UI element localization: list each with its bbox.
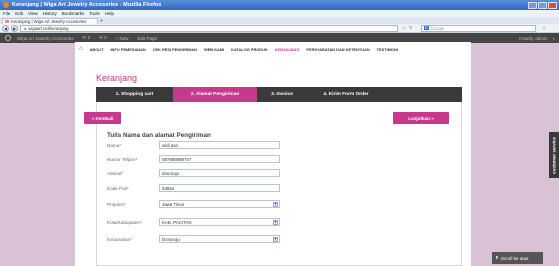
chevron-down-icon: ▼ xyxy=(273,219,278,225)
kecamatan-label: Kecamatan* xyxy=(107,236,133,242)
site-identity-icon: ● xyxy=(24,25,27,31)
form-row-nama: Nama* widi asa xyxy=(107,140,287,150)
propinsi-select[interactable]: Jawa Timur ▼ xyxy=(159,200,280,208)
nav-info-pemesanan[interactable]: INFO PEMESANAN xyxy=(110,47,145,52)
search-icon[interactable]: ⌕ xyxy=(552,36,555,41)
admin-edit-page[interactable]: Edit Page xyxy=(138,36,158,41)
menu-bookmarks[interactable]: Bookmarks xyxy=(62,11,85,16)
browser-tab-bar: W Keranjang | Wiga Art Jewelry Accesorie… xyxy=(0,17,559,24)
kota-value: KAB. PACITAN xyxy=(162,219,192,225)
form-title: Tulis Nama dan alamat Pengiriman xyxy=(107,132,211,139)
chevron-down-icon: ▼ xyxy=(273,236,278,242)
nav-katalog-produk[interactable]: KATALOG PRODUK xyxy=(231,47,268,52)
search-input[interactable]: G Google xyxy=(420,24,536,32)
kota-label: Kota/Kabupaten* xyxy=(107,219,142,225)
form-row-kota: Kota/Kabupaten* KAB. PACITAN ▼ xyxy=(107,217,287,227)
step-kirim-form-order[interactable]: 4. Kirim Form Order xyxy=(307,87,385,102)
wordpress-icon[interactable] xyxy=(5,35,11,41)
admin-new-label: New xyxy=(119,35,129,41)
admin-site-name[interactable]: Wiga Art Jewelry Accesories xyxy=(17,36,74,41)
menu-history[interactable]: History xyxy=(43,11,57,16)
nav-cek-resi[interactable]: CEK RESI PENGIRIMAN xyxy=(153,47,197,52)
telpon-field[interactable]: 087888888747 xyxy=(159,155,280,163)
bookmark-star-icon[interactable]: ☆ xyxy=(402,25,406,31)
main-content: Keranjang 1. Shopping cart 2. Alamat Pen… xyxy=(75,56,471,266)
nav-about[interactable]: ABOUT xyxy=(90,47,104,52)
url-text: wigaart.net/keranjang xyxy=(28,25,69,31)
scroll-top-label: Scroll ke atas xyxy=(500,255,529,261)
chevron-down-icon: ▼ xyxy=(273,201,278,207)
window-controls xyxy=(528,1,559,9)
comments-count: 0 xyxy=(104,35,107,40)
admin-updates[interactable]: ⟳ 2 xyxy=(83,35,91,41)
menu-view[interactable]: View xyxy=(28,11,38,16)
navigation-bar: ◀ ▶ ● wigaart.net/keranjang ☆ ↻ G Google… xyxy=(0,24,559,33)
kota-select[interactable]: KAB. PACITAN ▼ xyxy=(159,218,280,226)
step-invoice[interactable]: 3. Invoice xyxy=(257,87,307,102)
home-icon[interactable]: ⌂ xyxy=(79,46,83,52)
kecamatan-value: Donorojo xyxy=(162,236,180,242)
page-title: Keranjang xyxy=(96,73,138,83)
form-row-telpon: Nomor Telpon* 087888888747 xyxy=(107,154,287,164)
next-button[interactable]: Lanjutkan » xyxy=(393,112,449,124)
site-navigation: ⌂ ABOUT INFO PEMESANAN CEK RESI PENGIRIM… xyxy=(75,42,471,56)
back-button[interactable]: « Kembali xyxy=(84,112,121,124)
form-row-kecamatan: Kecamatan* Donorojo ▼ xyxy=(107,234,287,244)
nama-field[interactable]: widi asa xyxy=(159,141,280,149)
window-titlebar: Keranjang | Wiga Art Jewelry Accesories … xyxy=(0,0,559,10)
nama-label: Nama* xyxy=(107,142,122,148)
google-icon: G xyxy=(423,26,429,30)
search-placeholder: Google xyxy=(430,25,445,31)
menu-bar: File Edit View History Bookmarks Tools H… xyxy=(0,10,559,17)
back-arrow-icon[interactable]: ◀ xyxy=(2,24,9,32)
alamat-label: Alamat* xyxy=(107,170,124,176)
home-icon[interactable]: ⌂ xyxy=(543,25,546,31)
form-row-propinsi: Propinsi* Jawa Timur ▼ xyxy=(107,199,287,209)
admin-greeting[interactable]: Howdy, admin xyxy=(519,36,547,41)
nav-keranjang[interactable]: KERANJANG xyxy=(275,47,300,52)
minimize-button[interactable] xyxy=(528,1,537,9)
kodepos-label: Kode Pos* xyxy=(107,185,129,191)
menu-help[interactable]: Help xyxy=(105,11,114,16)
propinsi-value: Jawa Timur xyxy=(162,201,185,207)
telpon-label: Nomor Telpon* xyxy=(107,156,138,162)
url-actions: ☆ ↻ xyxy=(402,25,413,31)
firefox-icon xyxy=(3,2,9,8)
arrow-up-icon: ⬆ xyxy=(495,255,499,260)
nav-web-kami[interactable]: WEB KAMI xyxy=(204,47,224,52)
alamat-field[interactable]: donorojo xyxy=(159,169,280,177)
propinsi-label: Propinsi* xyxy=(107,201,126,207)
kecamatan-select[interactable]: Donorojo ▼ xyxy=(159,235,280,243)
step-shopping-cart[interactable]: 1. Shopping cart xyxy=(96,87,173,102)
url-bar[interactable]: ● wigaart.net/keranjang xyxy=(20,24,398,32)
forward-arrow-icon[interactable]: ▶ xyxy=(11,24,18,32)
step-alamat-pengiriman[interactable]: 2. Alamat Pengiriman xyxy=(173,87,257,102)
nav-persyaratan[interactable]: PERSYARATAN DAN KETENTUAN xyxy=(306,47,369,52)
reload-icon[interactable]: ↻ xyxy=(409,25,413,31)
form-row-kodepos: Kode Pos* 63554 xyxy=(107,183,287,193)
checkout-steps: 1. Shopping cart 2. Alamat Pengiriman 3.… xyxy=(96,87,462,102)
menu-file[interactable]: File xyxy=(3,11,10,16)
window-title: Keranjang | Wiga Art Jewelry Accesories … xyxy=(12,2,162,8)
admin-bar-right: Howdy, admin ⌕ xyxy=(519,36,559,41)
menu-edit[interactable]: Edit xyxy=(15,11,23,16)
close-button[interactable] xyxy=(548,1,557,9)
updates-count: 2 xyxy=(87,35,91,40)
kodepos-field[interactable]: 63554 xyxy=(159,184,280,192)
scroll-to-top-button[interactable]: ⬆ Scroll ke atas xyxy=(492,252,543,264)
nav-testimoni[interactable]: TESTIMONI xyxy=(377,47,398,52)
admin-comments[interactable]: ✉ 0 xyxy=(99,35,107,41)
form-row-alamat: Alamat* donorojo xyxy=(107,168,287,178)
menu-tools[interactable]: Tools xyxy=(89,11,100,16)
maximize-button[interactable] xyxy=(538,1,547,9)
admin-new[interactable]: + New xyxy=(116,36,129,41)
customer-service-tab[interactable]: customer service xyxy=(549,132,559,178)
